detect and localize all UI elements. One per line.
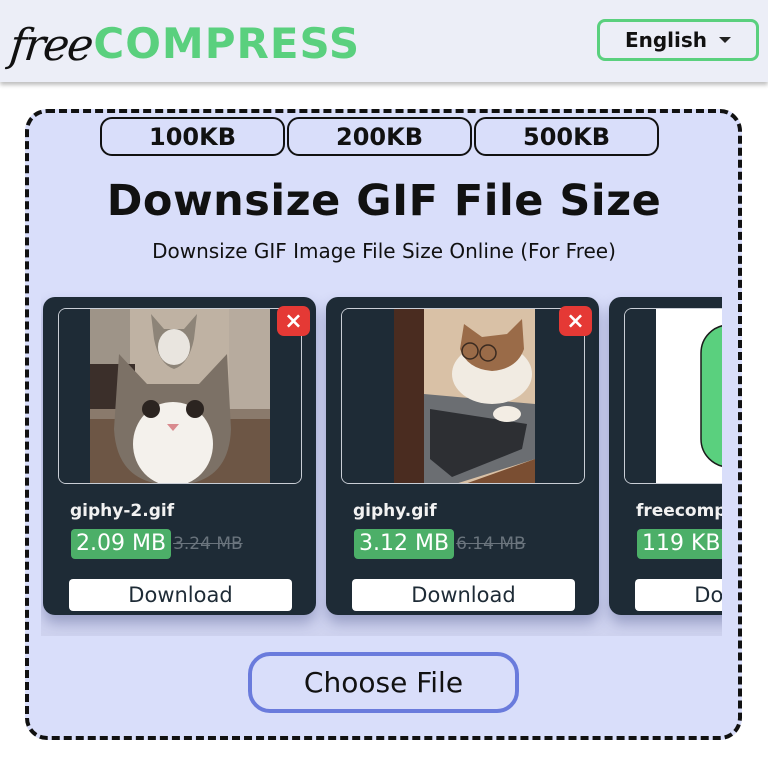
logo-free-text: free xyxy=(7,20,95,71)
file-card: freecomp 119 KB Download xyxy=(609,297,722,615)
original-size: 6.14 MB xyxy=(456,534,526,554)
choose-file-button[interactable]: Choose File xyxy=(248,652,519,713)
file-card: × giphy-2.gif 2.09 MB 3.24 MB Download xyxy=(43,297,316,615)
size-tab-100kb[interactable]: 100KB xyxy=(100,117,285,156)
page-subtitle: Downsize GIF Image File Size Online (For… xyxy=(152,239,616,263)
original-size: 3.24 MB xyxy=(173,534,243,554)
size-tab-200kb[interactable]: 200KB xyxy=(287,117,472,156)
site-header: free COMPRESS English xyxy=(0,0,768,82)
logo-compress-text: COMPRESS xyxy=(93,19,361,68)
file-sizes: 119 KB xyxy=(637,529,722,559)
file-name: giphy.gif xyxy=(353,501,437,521)
file-name: freecomp xyxy=(636,501,722,521)
download-button[interactable]: Download xyxy=(69,579,292,611)
download-button[interactable]: Download xyxy=(635,579,722,611)
close-icon: × xyxy=(566,308,585,334)
file-name: giphy-2.gif xyxy=(70,501,175,521)
close-icon: × xyxy=(284,308,303,334)
page-title: Downsize GIF File Size xyxy=(106,176,662,226)
logo-image-icon xyxy=(625,309,722,483)
file-carousel[interactable]: × giphy-2.gif 2.09 MB 3.24 MB Download ×… xyxy=(41,290,722,636)
target-size-tabs: 100KB 200KB 500KB xyxy=(100,117,661,156)
logo[interactable]: free COMPRESS xyxy=(7,6,361,72)
compressed-size-badge: 3.12 MB xyxy=(354,529,455,559)
language-label: English xyxy=(624,28,708,52)
cat-image-icon xyxy=(342,309,584,483)
file-card: × giphy.gif 3.12 MB 6.14 MB Download xyxy=(326,297,599,615)
file-thumbnail xyxy=(58,308,302,484)
file-sizes: 2.09 MB 3.24 MB xyxy=(71,529,243,559)
remove-file-button[interactable]: × xyxy=(559,306,592,336)
file-thumbnail xyxy=(624,308,722,484)
download-button[interactable]: Download xyxy=(352,579,575,611)
remove-file-button[interactable]: × xyxy=(277,306,310,336)
compressed-size-badge: 119 KB xyxy=(637,529,722,559)
cat-image-icon xyxy=(59,309,301,483)
file-thumbnail xyxy=(341,308,585,484)
size-tab-500kb[interactable]: 500KB xyxy=(474,117,659,156)
language-select[interactable]: English xyxy=(597,19,759,61)
file-sizes: 3.12 MB 6.14 MB xyxy=(354,529,526,559)
caret-down-icon xyxy=(719,37,732,43)
compressed-size-badge: 2.09 MB xyxy=(71,529,172,559)
